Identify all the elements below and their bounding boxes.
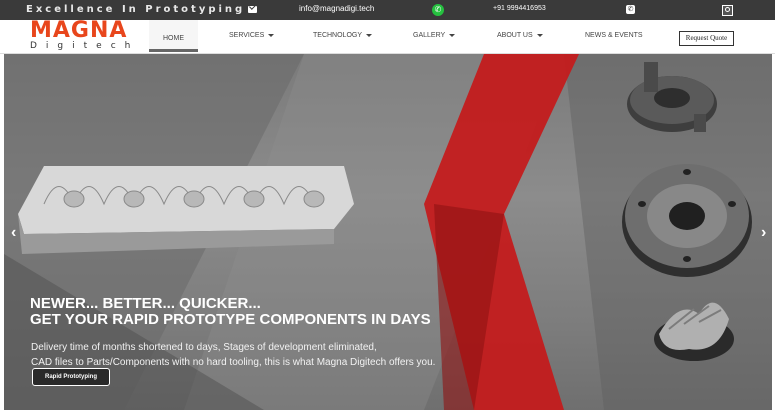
tagline: Excellence In Prototyping bbox=[26, 4, 246, 15]
chevron-down-icon bbox=[449, 33, 456, 37]
nav-item-label: GALLERY bbox=[413, 32, 446, 39]
nav-item-technology[interactable]: TECHNOLOGY bbox=[313, 32, 373, 39]
request-quote-button[interactable]: Request Quote bbox=[679, 31, 734, 46]
nav-item-services[interactable]: SERVICES bbox=[229, 32, 275, 39]
rapid-prototyping-button[interactable]: Rapid Prototyping bbox=[32, 368, 110, 386]
email-link[interactable]: info@magnadigi.tech bbox=[299, 4, 374, 13]
nav-item-gallery[interactable]: GALLERY bbox=[413, 32, 456, 39]
nav-item-label: HOME bbox=[163, 35, 184, 42]
nav-item-label: SERVICES bbox=[229, 32, 265, 39]
page: Excellence In Prototyping info@magnadigi… bbox=[0, 0, 775, 415]
main-nav: MAGNA Digitech HOME SERVICES TECHNOLOGY … bbox=[0, 20, 775, 54]
product-disc-image bbox=[622, 164, 752, 277]
nav-item-label: ABOUT US bbox=[497, 32, 533, 39]
chevron-down-icon bbox=[366, 33, 373, 37]
search-icon[interactable] bbox=[722, 5, 733, 16]
logo-main-text: MAGNA bbox=[30, 18, 128, 43]
hero-description-line-1: Delivery time of months shortened to day… bbox=[31, 342, 377, 353]
product-manifold-image bbox=[18, 166, 354, 254]
logo-sub-text: Digitech bbox=[30, 41, 140, 51]
phone-icon[interactable]: ✆ bbox=[626, 5, 635, 14]
mail-icon bbox=[248, 6, 257, 13]
nav-item-label: TECHNOLOGY bbox=[313, 32, 363, 39]
logo[interactable]: MAGNA Digitech bbox=[30, 18, 130, 53]
top-bar: Excellence In Prototyping info@magnadigi… bbox=[0, 0, 775, 20]
hero-headline-2: GET YOUR RAPID PROTOTYPE COMPONENTS IN D… bbox=[30, 311, 431, 328]
slider-prev-arrow[interactable]: ‹ bbox=[11, 224, 16, 242]
slider-next-arrow[interactable]: › bbox=[761, 224, 766, 242]
nav-item-news-events[interactable]: NEWS & EVENTS bbox=[585, 32, 643, 39]
chevron-down-icon bbox=[536, 33, 543, 37]
hero-headline-1: NEWER... BETTER... QUICKER... bbox=[30, 295, 261, 312]
nav-item-label: NEWS & EVENTS bbox=[585, 32, 643, 39]
slider-dots bbox=[372, 402, 430, 410]
phone-number[interactable]: +91 9994416953 bbox=[493, 5, 546, 12]
nav-item-home[interactable]: HOME bbox=[149, 20, 198, 52]
whatsapp-icon[interactable]: ✆ bbox=[432, 4, 444, 16]
chevron-down-icon bbox=[268, 33, 275, 37]
hero-description: Delivery time of months shortened to day… bbox=[31, 340, 435, 370]
nav-item-about-us[interactable]: ABOUT US bbox=[497, 32, 543, 39]
hero-slider: ‹ › NEWER... BETTER... QUICKER... GET YO… bbox=[4, 54, 772, 410]
